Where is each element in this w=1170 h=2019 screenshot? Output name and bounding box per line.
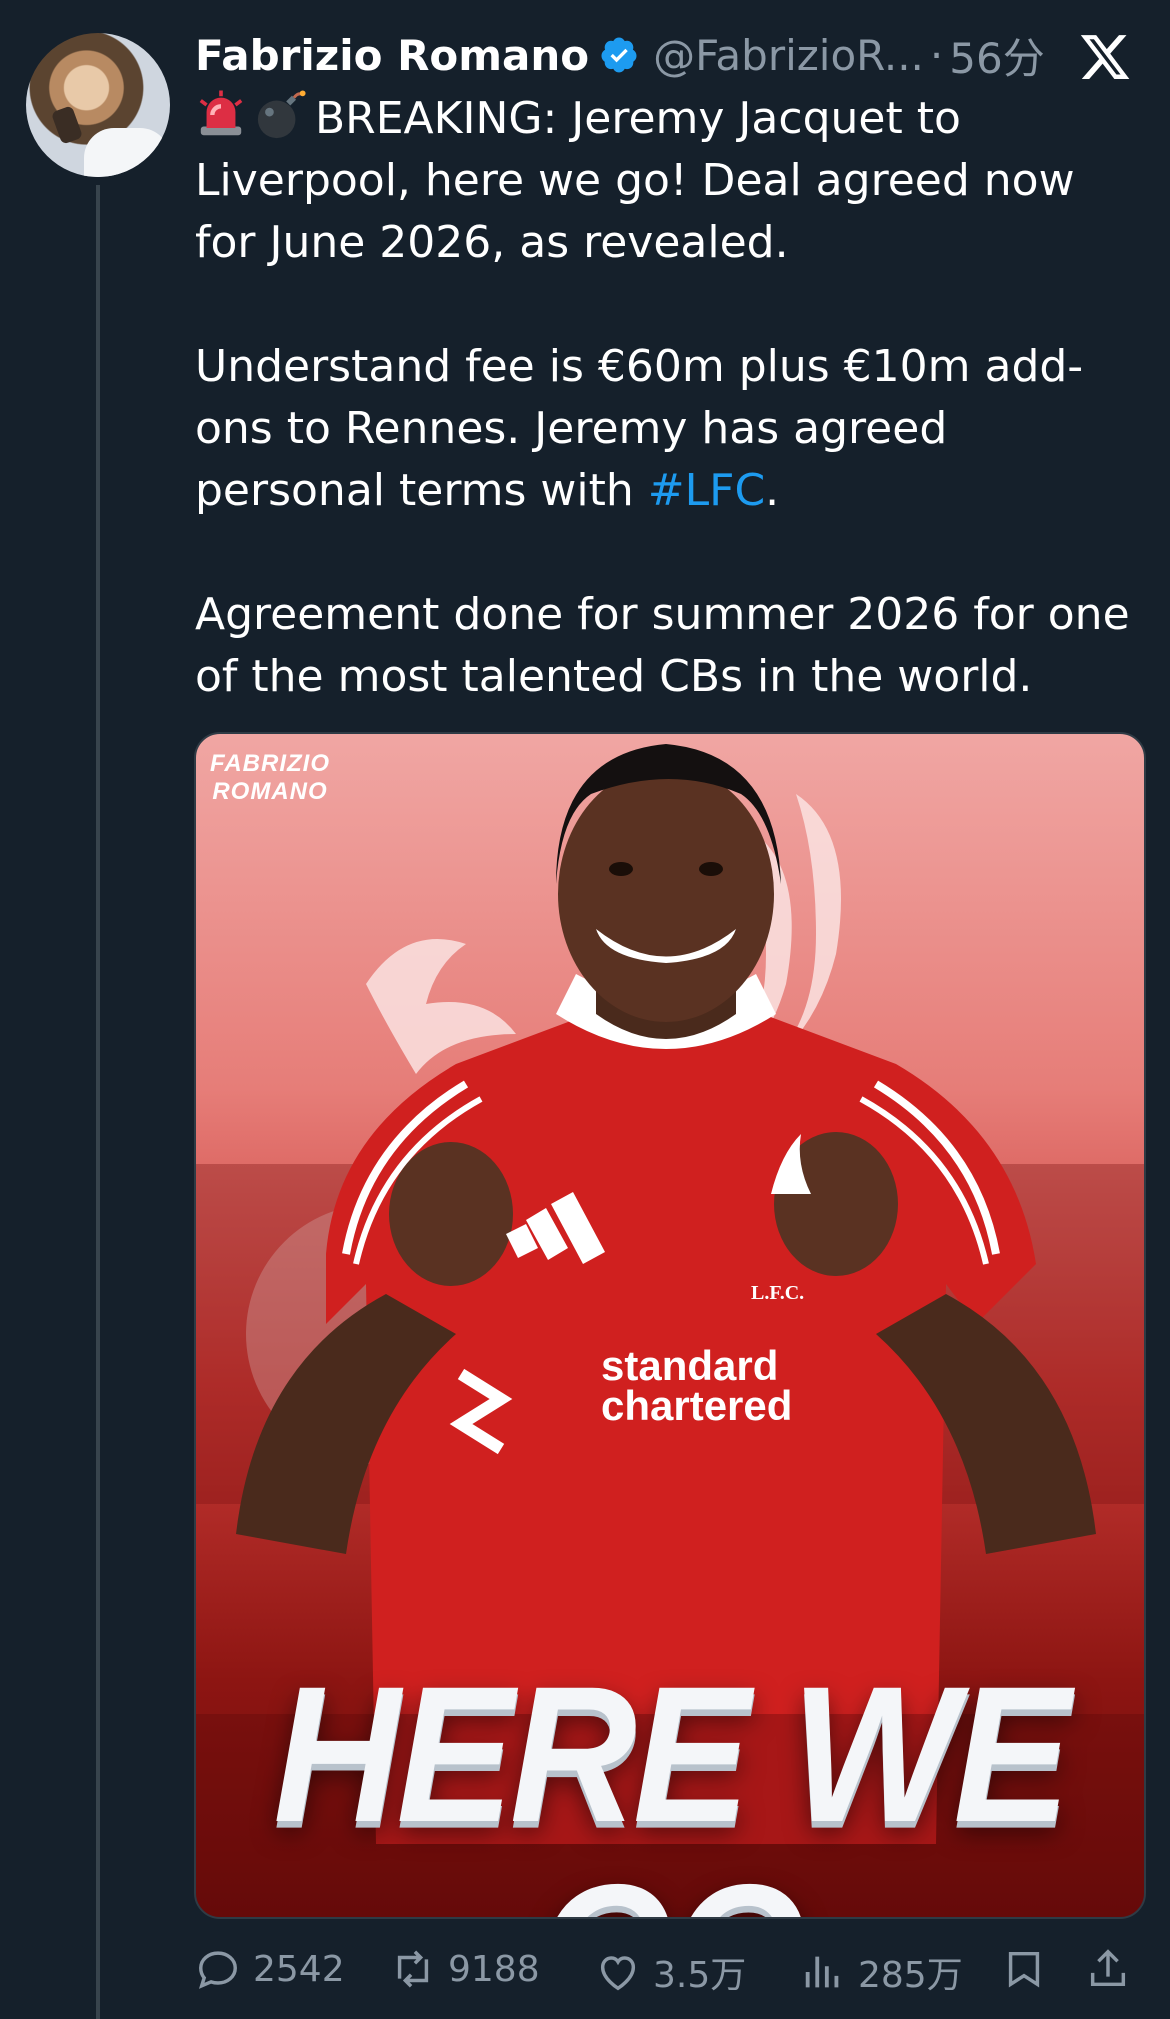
like-button[interactable]: 3.5万 — [595, 1946, 746, 1998]
hashtag-link[interactable]: #LFC — [648, 465, 765, 516]
crest-label: L.F.C. — [751, 1282, 805, 1304]
verified-badge-icon — [601, 37, 637, 73]
thread-line — [96, 185, 100, 2019]
like-count: 3.5万 — [653, 1955, 747, 1996]
avatar-phone — [50, 105, 84, 145]
author-name[interactable]: Fabrizio Romano — [195, 31, 589, 80]
views-button[interactable]: 285万 — [800, 1946, 963, 1998]
retweet-icon — [397, 1950, 429, 1988]
tweet-paragraph-1: BREAKING: Jeremy Jacquet to Liverpool, h… — [195, 88, 1145, 274]
bookmark-icon — [1008, 1951, 1040, 1988]
tweet-image[interactable]: FABRIZIO ROMANO L.F.C. standard chartere… — [194, 732, 1146, 1919]
tweet-paragraph-3: Agreement done for summer 2026 for one o… — [195, 584, 1145, 708]
heart-icon — [600, 1956, 636, 1991]
retweet-button[interactable]: 9188 — [390, 1946, 540, 1992]
action-bar: 2542 9188 3.5万 285万 — [195, 1940, 1145, 2000]
reply-count: 2542 — [253, 1948, 345, 1990]
share-icon — [1090, 1949, 1126, 1987]
image-watermark: FABRIZIO ROMANO — [210, 750, 330, 806]
timestamp[interactable]: 56分 — [949, 25, 1044, 86]
views-count: 285万 — [858, 1955, 963, 1996]
author-handle[interactable]: @FabrizioR... — [653, 31, 924, 80]
bookmark-button[interactable] — [1001, 1946, 1059, 1992]
watermark-line-1: FABRIZIO — [210, 750, 330, 777]
headline-text: HERE WE GO — [273, 1647, 1070, 1917]
sponsor-text: standard chartered — [601, 1342, 793, 1429]
x-logo-icon[interactable] — [1078, 30, 1132, 84]
bomb-icon — [257, 90, 306, 139]
sponsor-line-1: standard — [601, 1342, 779, 1389]
views-chart-icon — [805, 1956, 839, 1988]
watermark-line-2: ROMANO — [212, 778, 328, 805]
tweet-paragraph-2: Understand fee is €60m plus €10m add-ons… — [195, 336, 1145, 522]
reply-icon — [198, 1951, 237, 1989]
paragraph-1-text: BREAKING: Jeremy Jacquet to Liverpool, h… — [195, 93, 1075, 268]
avatar-shirt — [84, 128, 170, 177]
tweet: Fabrizio Romano @FabrizioR... · 56分 BREA… — [0, 0, 1170, 2019]
retweet-count: 9188 — [448, 1948, 540, 1990]
rotating-light-icon — [199, 90, 243, 136]
paragraph-3-text: Agreement done for summer 2026 for one o… — [195, 589, 1130, 702]
paragraph-2-end: . — [765, 465, 780, 516]
sponsor-line-2: chartered — [601, 1382, 793, 1429]
tweet-text: BREAKING: Jeremy Jacquet to Liverpool, h… — [195, 88, 1145, 708]
reply-button[interactable]: 2542 — [195, 1946, 345, 1992]
avatar[interactable] — [26, 33, 170, 177]
tweet-header: Fabrizio Romano @FabrizioR... · 56分 — [195, 22, 1155, 88]
paragraph-2-text: Understand fee is €60m plus €10m add-ons… — [195, 341, 1084, 516]
separator-dot: · — [929, 30, 944, 80]
share-button[interactable] — [1085, 1946, 1143, 1992]
